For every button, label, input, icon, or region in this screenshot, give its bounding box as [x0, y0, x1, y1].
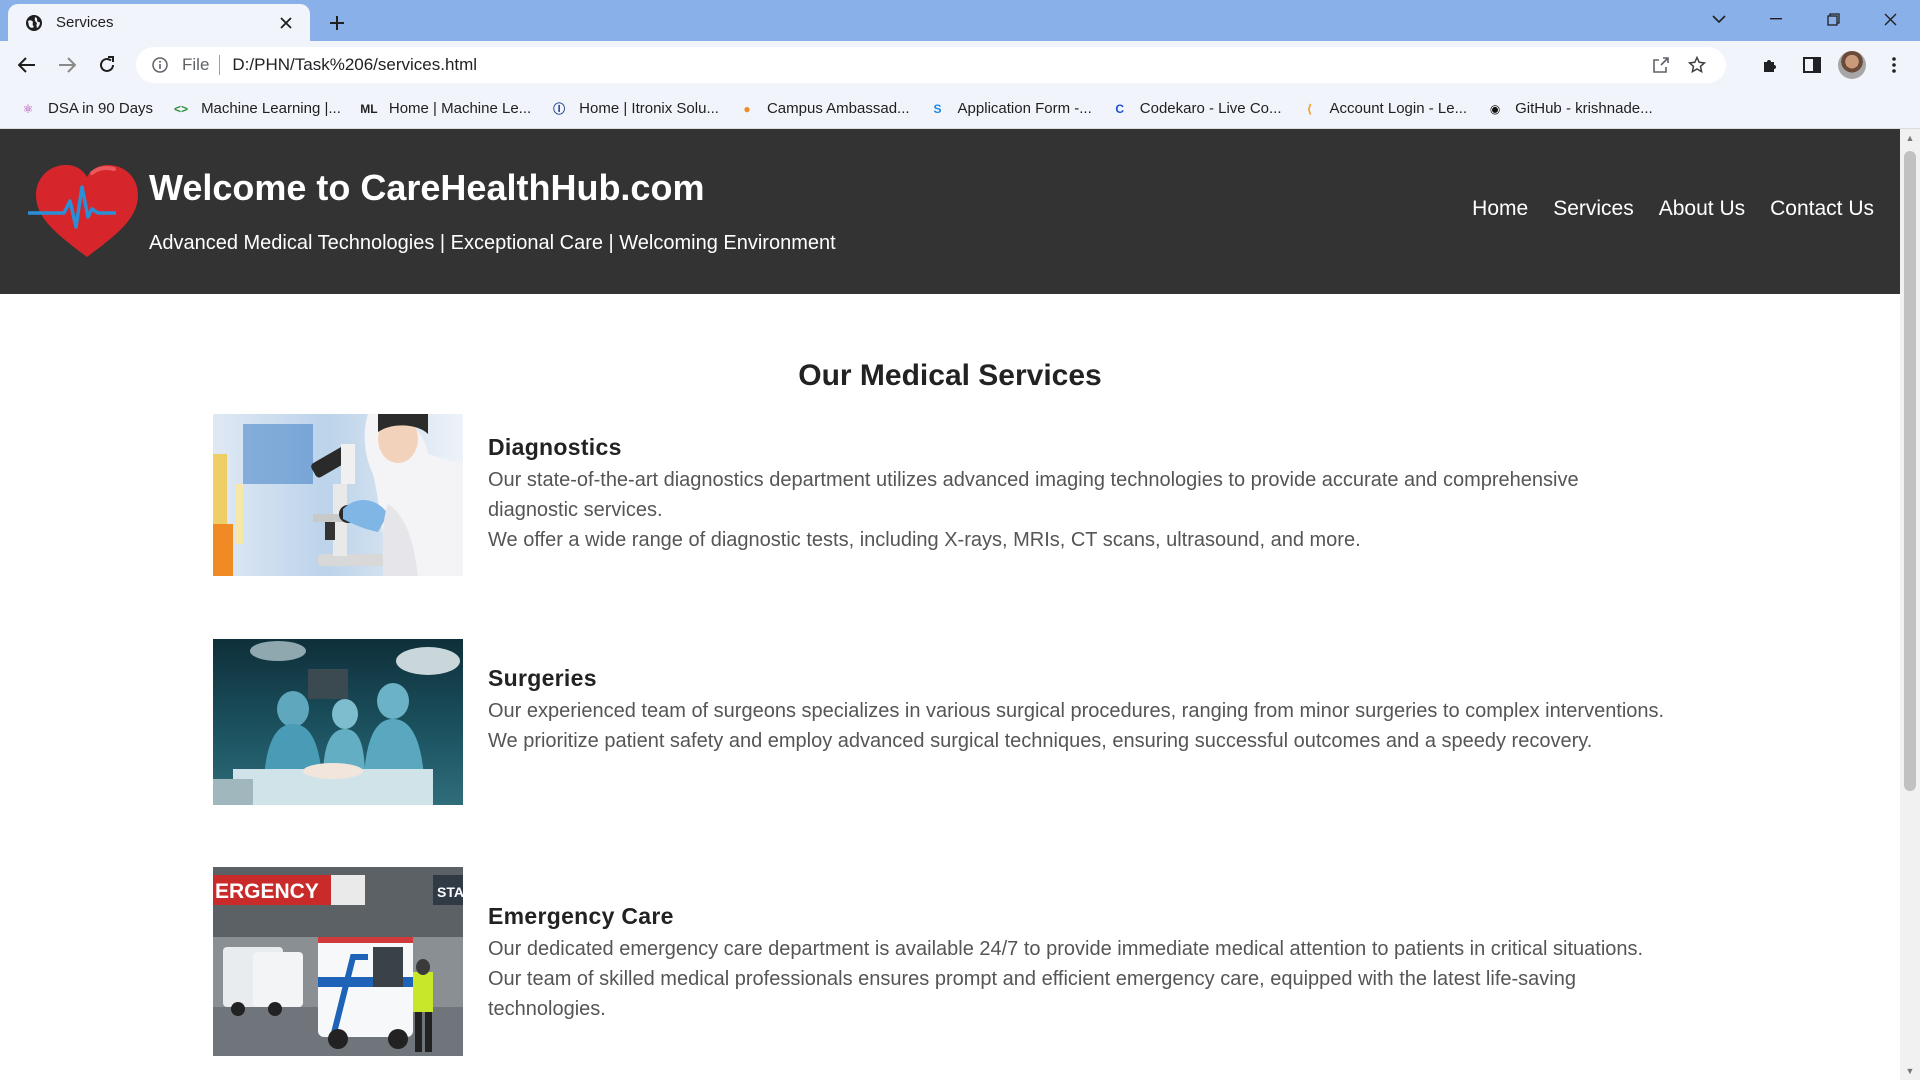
- bookmark-item[interactable]: Ⓘ Home | Itronix Solu...: [547, 94, 729, 124]
- nav-link-home[interactable]: Home: [1472, 197, 1528, 221]
- bookmark-label: Codekaro - Live Co...: [1139, 100, 1282, 117]
- restore-button[interactable]: [1811, 4, 1855, 34]
- share-icon[interactable]: [1646, 50, 1676, 80]
- ml-icon: ML: [360, 101, 378, 116]
- services-heading: Our Medical Services: [798, 359, 1102, 392]
- service-description-line: Our team of skilled medical professional…: [488, 968, 1576, 1020]
- service-description-line: Our dedicated emergency care department …: [488, 938, 1644, 960]
- site-tagline: Advanced Medical Technologies | Exceptio…: [149, 232, 836, 254]
- page-viewport: Welcome to CareHealthHub.com Advanced Me…: [0, 129, 1900, 1080]
- bookmark-item[interactable]: ● Campus Ambassad...: [735, 94, 920, 124]
- service-description-line: Our state-of-the-art diagnostics departm…: [488, 469, 1579, 521]
- bookmark-label: GitHub - krishnade...: [1515, 100, 1653, 117]
- extensions-puzzle-icon[interactable]: [1755, 50, 1785, 80]
- forward-button[interactable]: [49, 47, 85, 83]
- tab-search-chevron-icon[interactable]: [1697, 4, 1741, 34]
- nav-link-about-us[interactable]: About Us: [1659, 197, 1745, 221]
- s-icon: S: [933, 101, 942, 116]
- bookmark-label: DSA in 90 Days: [48, 100, 154, 117]
- bookmark-label: Campus Ambassad...: [766, 100, 910, 117]
- bookmark-label: Home | Machine Le...: [388, 100, 532, 117]
- code-icon: <>: [174, 101, 189, 116]
- emergency-ambulance-image: ERGENCY STA: [213, 867, 463, 1056]
- tab-title: Services: [56, 14, 114, 31]
- bookmark-label: Machine Learning |...: [201, 100, 341, 117]
- heart-pulse-logo: [28, 161, 146, 261]
- close-window-button[interactable]: [1868, 4, 1912, 34]
- itronix-icon: Ⓘ: [553, 102, 566, 116]
- bookmark-label: Application Form -...: [957, 100, 1092, 117]
- site-header: Welcome to CareHealthHub.com Advanced Me…: [0, 129, 1900, 294]
- scrollbar-thumb[interactable]: [1904, 151, 1916, 791]
- scroll-up-arrow-icon[interactable]: ▲: [1900, 129, 1920, 147]
- address-separator: [219, 55, 221, 75]
- reload-button[interactable]: [89, 47, 125, 83]
- minimize-button[interactable]: [1754, 4, 1798, 34]
- browser-toolbar: File D:/PHN/Task%206/services.html: [0, 41, 1920, 89]
- surgeries-operating-room-image: [213, 639, 463, 805]
- service-title: Diagnostics: [488, 434, 622, 460]
- nav-link-contact-us[interactable]: Contact Us: [1770, 197, 1874, 221]
- page-scrollbar[interactable]: ▲ ▼: [1900, 129, 1920, 1080]
- browser-tab-services[interactable]: Services: [8, 4, 310, 41]
- diagnostics-microscope-image: [213, 414, 463, 576]
- address-url[interactable]: D:/PHN/Task%206/services.html: [232, 55, 1640, 75]
- service-description-line: Our experienced team of surgeons special…: [488, 700, 1665, 722]
- dsa-icon: ⚛: [22, 101, 34, 116]
- globe-icon: [24, 13, 44, 33]
- service-title: Surgeries: [488, 665, 597, 691]
- leetcode-icon: ⟨: [1306, 101, 1313, 116]
- service-description-line: We offer a wide range of diagnostic test…: [488, 529, 1361, 551]
- service-body: Diagnostics Our state-of-the-art diagnos…: [488, 434, 1668, 555]
- tab-close-icon[interactable]: [274, 11, 298, 35]
- service-description-line: We prioritize patient safety and employ …: [488, 730, 1593, 752]
- campus-icon: ●: [743, 101, 751, 116]
- profile-avatar[interactable]: [1838, 51, 1866, 79]
- side-panel-icon[interactable]: [1797, 50, 1827, 80]
- svg-text:STA: STA: [437, 884, 463, 900]
- github-icon: ◉: [1489, 101, 1501, 116]
- service-body: Emergency Care Our dedicated emergency c…: [488, 903, 1668, 1024]
- new-tab-button[interactable]: [322, 8, 352, 38]
- bookmark-item[interactable]: ⟨ Account Login - Le...: [1298, 94, 1478, 124]
- back-button[interactable]: [9, 47, 45, 83]
- service-body: Surgeries Our experienced team of surgeo…: [488, 665, 1668, 756]
- bookmark-item[interactable]: S Application Form -...: [926, 94, 1102, 124]
- bookmark-item[interactable]: ML Home | Machine Le...: [357, 94, 541, 124]
- scroll-down-arrow-icon[interactable]: ▼: [1900, 1062, 1920, 1080]
- c-icon: C: [1115, 101, 1125, 116]
- service-title: Emergency Care: [488, 903, 674, 929]
- bookmark-item[interactable]: ◉ GitHub - krishnade...: [1483, 94, 1663, 124]
- bookmark-item[interactable]: <> Machine Learning |...: [169, 94, 351, 124]
- bookmark-label: Account Login - Le...: [1329, 100, 1468, 117]
- bookmark-item[interactable]: C Codekaro - Live Co...: [1108, 94, 1292, 124]
- bookmark-star-icon[interactable]: [1682, 50, 1712, 80]
- nav-link-services[interactable]: Services: [1553, 197, 1634, 221]
- info-icon[interactable]: [150, 55, 170, 75]
- browser-tab-strip: Services: [0, 0, 1920, 41]
- address-scheme-label: File: [182, 55, 210, 74]
- bookmarks-bar: ⚛ DSA in 90 Days <> Machine Learning |... ML…: [0, 89, 1920, 129]
- address-bar[interactable]: File D:/PHN/Task%206/services.html: [136, 47, 1726, 83]
- bookmark-item[interactable]: ⚛ DSA in 90 Days: [16, 94, 163, 124]
- site-title: Welcome to CareHealthHub.com: [149, 167, 705, 208]
- site-nav: Home Services About Us Contact Us: [1447, 197, 1874, 221]
- more-menu-icon[interactable]: [1879, 50, 1909, 80]
- emergency-sign-text: ERGENCY: [215, 880, 319, 903]
- bookmark-label: Home | Itronix Solu...: [579, 100, 719, 117]
